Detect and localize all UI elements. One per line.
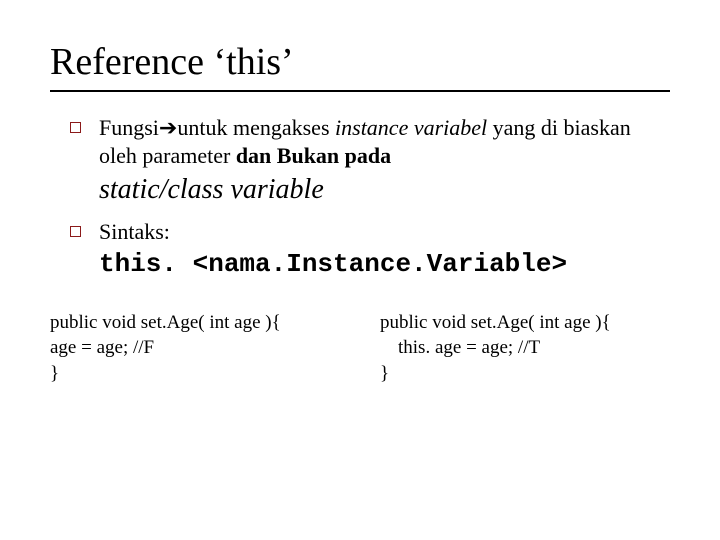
bullet-1-italic: instance variabel xyxy=(335,115,487,140)
slide-title: Reference ‘this’ xyxy=(50,40,670,84)
bullet-item-2: Sintaks: this. <nama.Instance.Variable> xyxy=(70,218,670,281)
code-right-line-2: this. age = age; //T xyxy=(380,335,670,361)
title-divider xyxy=(50,90,670,92)
bullet-2-code: this. <nama.Instance.Variable> xyxy=(99,248,567,281)
square-bullet-icon xyxy=(70,226,81,237)
code-column-right: public void set.Age( int age ){ this. ag… xyxy=(380,310,670,387)
bullet-1-body: Fungsi➔untuk mengakses instance variabel… xyxy=(99,114,670,208)
code-left-line-3: } xyxy=(50,361,340,387)
bullet-1-text-2: untuk mengakses xyxy=(177,115,335,140)
bullet-2-body: Sintaks: this. <nama.Instance.Variable> xyxy=(99,218,567,281)
code-right-line-1: public void set.Age( int age ){ xyxy=(380,310,670,336)
code-column-left: public void set.Age( int age ){ age = ag… xyxy=(50,310,340,387)
slide: Reference ‘this’ Fungsi➔untuk mengakses … xyxy=(0,0,720,416)
square-bullet-icon xyxy=(70,122,81,133)
code-left-line-1: public void set.Age( int age ){ xyxy=(50,310,340,336)
bullet-1-subline: static/class variable xyxy=(99,172,670,208)
code-right-line-3: } xyxy=(380,361,670,387)
bullet-2-label: Sintaks: xyxy=(99,219,170,244)
bullet-item-1: Fungsi➔untuk mengakses instance variabel… xyxy=(70,114,670,208)
bullet-1-bold: dan Bukan pada xyxy=(236,143,391,168)
bullet-1-text-1: Fungsi xyxy=(99,115,159,140)
code-columns: public void set.Age( int age ){ age = ag… xyxy=(50,310,670,387)
code-left-line-2: age = age; //F xyxy=(50,335,340,361)
arrow-icon: ➔ xyxy=(159,115,177,140)
bullet-list: Fungsi➔untuk mengakses instance variabel… xyxy=(50,114,670,282)
